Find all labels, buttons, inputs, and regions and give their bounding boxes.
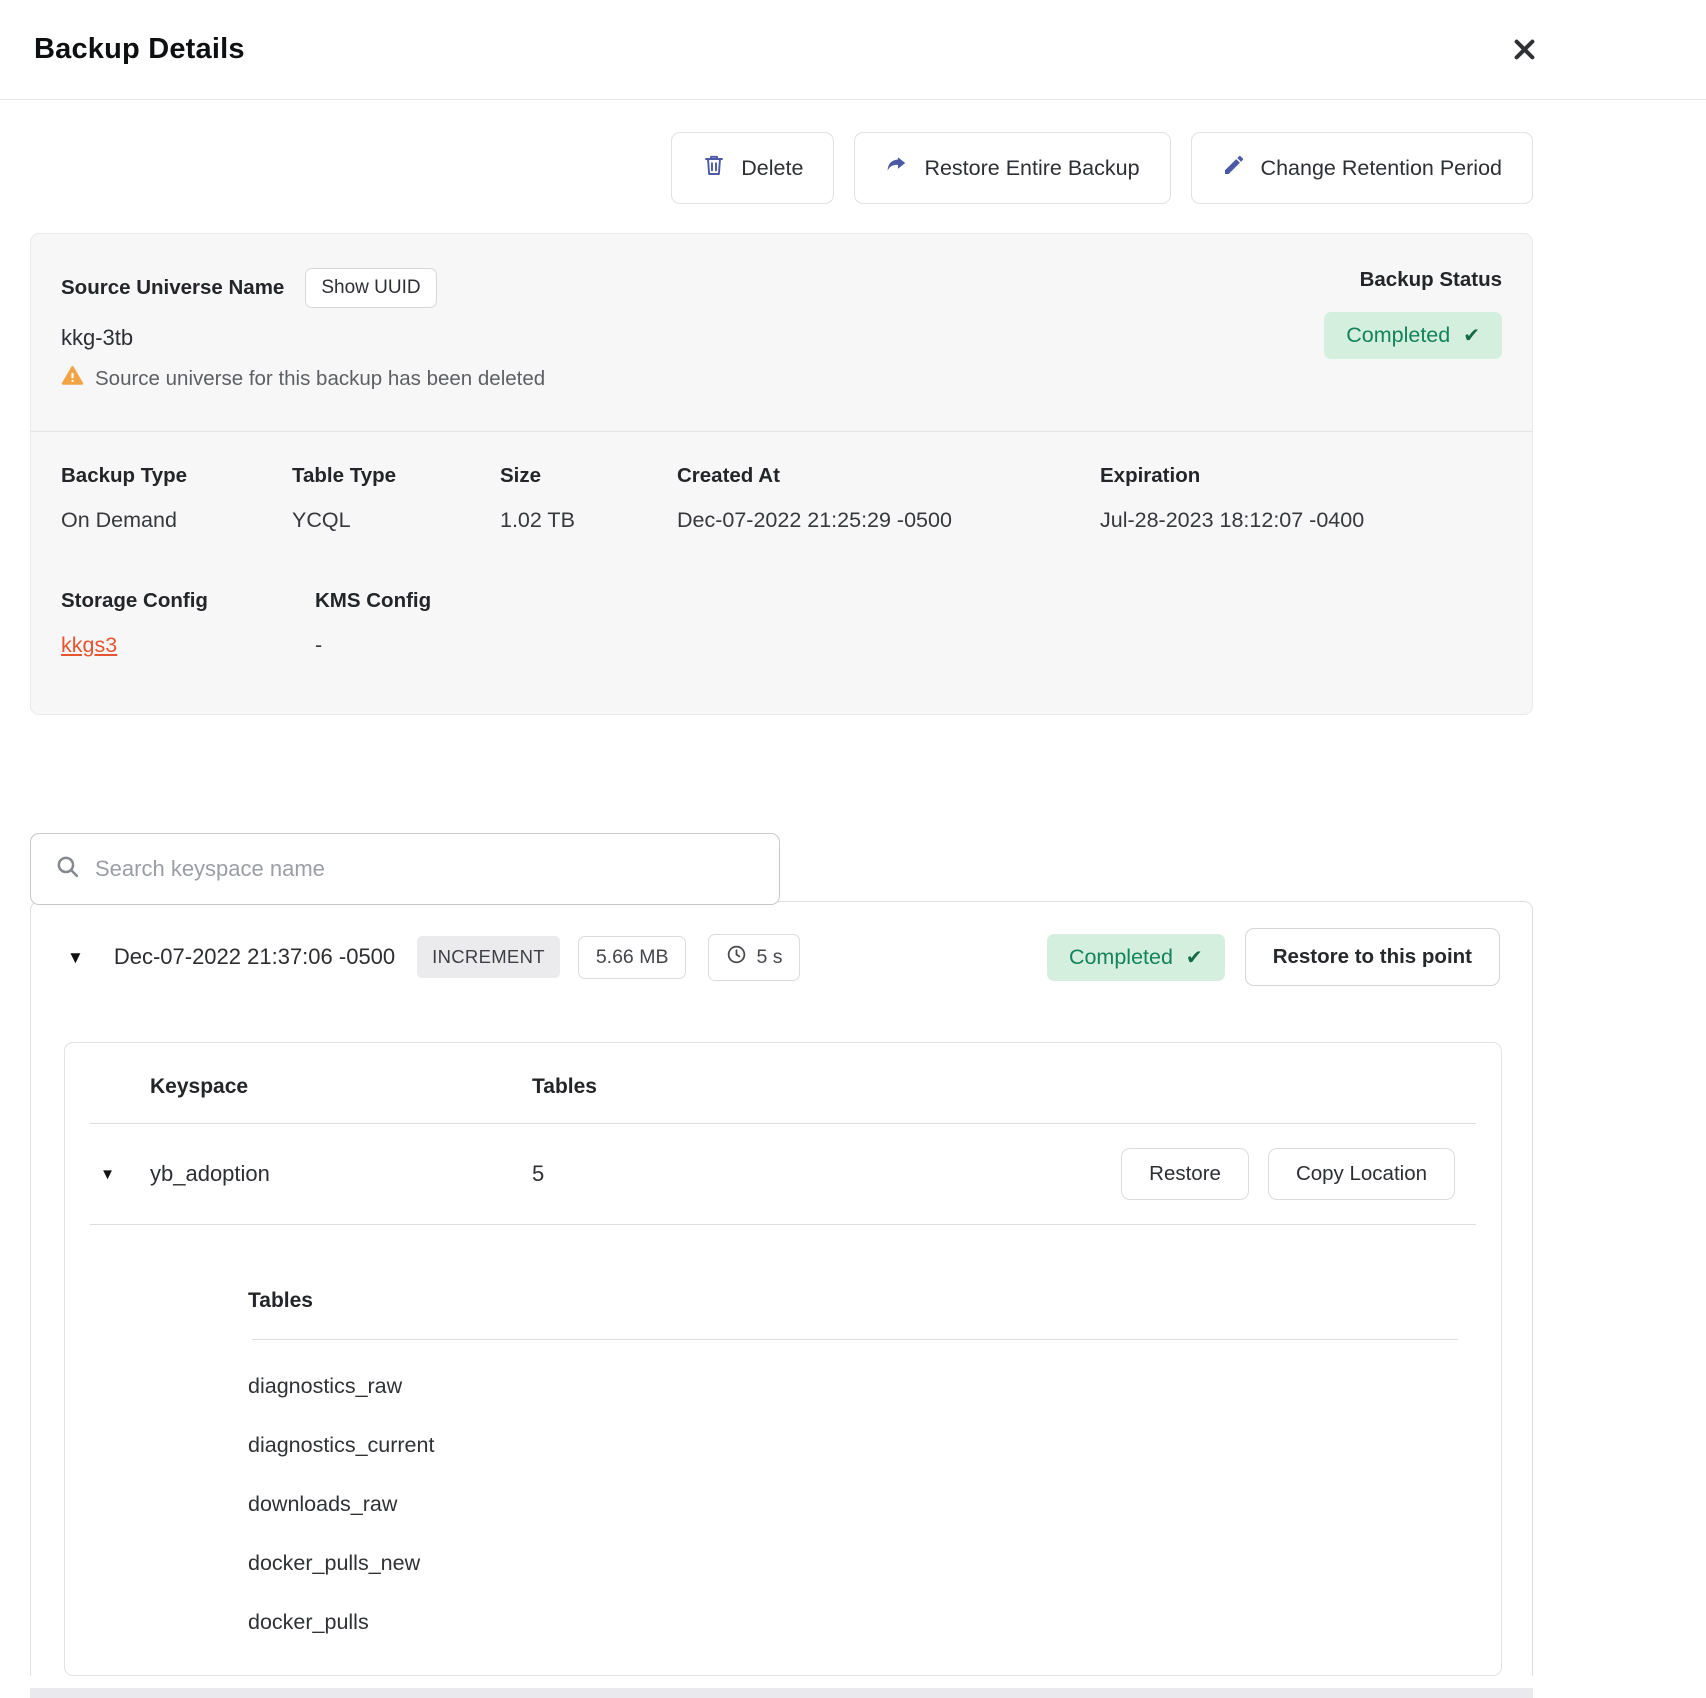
universe-deleted-warning: Source universe for this backup has been…: [95, 367, 545, 391]
field-value-size: 1.02 TB: [500, 508, 677, 533]
clock-icon: [726, 944, 747, 971]
restore-to-this-point-button[interactable]: Restore to this point: [1245, 928, 1500, 986]
show-uuid-button[interactable]: Show UUID: [305, 268, 436, 308]
source-universe-block: Source Universe Name Show UUID kkg-3tb S…: [61, 268, 545, 393]
delete-button[interactable]: Delete: [671, 132, 834, 204]
action-toolbar: Delete Restore Entire Backup Change Rete…: [30, 132, 1533, 204]
check-icon: ✔: [1186, 945, 1203, 970]
field-label-backup-type: Backup Type: [61, 464, 292, 488]
field-value-created-at: Dec-07-2022 21:25:29 -0500: [677, 508, 1100, 533]
list-item: diagnostics_raw: [248, 1373, 1501, 1399]
increment-backup-card: ▼ Dec-07-2022 21:37:06 -0500 INCREMENT 5…: [30, 901, 1533, 1676]
list-item: downloads_raw: [248, 1491, 1501, 1517]
increment-duration-value: 5 s: [756, 946, 782, 969]
nested-tables-section: Tables diagnostics_raw diagnostics_curre…: [65, 1225, 1501, 1635]
tables-count: 5: [532, 1161, 1121, 1187]
storage-config-link[interactable]: kkgs3: [61, 633, 117, 657]
nested-tables-header: Tables: [248, 1289, 1501, 1313]
backup-status-label: Backup Status: [1324, 268, 1502, 292]
nested-divider: [252, 1339, 1458, 1340]
backup-status-block: Backup Status Completed ✔: [1324, 268, 1502, 393]
increment-status-text: Completed: [1069, 945, 1173, 970]
list-item: docker_pulls: [248, 1609, 1501, 1635]
page-title: Backup Details: [34, 33, 245, 66]
delete-button-label: Delete: [741, 156, 803, 181]
increment-size-pill: 5.66 MB: [578, 936, 687, 979]
copy-location-button[interactable]: Copy Location: [1268, 1148, 1455, 1200]
restore-keyspace-button[interactable]: Restore: [1121, 1148, 1249, 1200]
modal-header: Backup Details: [0, 0, 1706, 100]
backup-summary-panel: Source Universe Name Show UUID kkg-3tb S…: [30, 233, 1533, 715]
field-value-backup-type: On Demand: [61, 508, 292, 533]
keyspace-table: Keyspace Tables ▼ yb_adoption 5 Restore …: [64, 1042, 1502, 1676]
chevron-down-icon[interactable]: ▼: [67, 949, 84, 966]
keyspace-column-header: Keyspace: [150, 1075, 532, 1099]
trash-icon: [702, 153, 726, 183]
restore-entire-backup-button[interactable]: Restore Entire Backup: [854, 132, 1170, 204]
keyspace-search: [30, 833, 780, 905]
table-row: ▼ yb_adoption 5 Restore Copy Location: [65, 1124, 1501, 1224]
field-label-expiration: Expiration: [1100, 464, 1502, 488]
increment-size-value: 5.66 MB: [596, 946, 669, 969]
list-item: docker_pulls_new: [248, 1550, 1501, 1576]
search-input[interactable]: [95, 856, 755, 882]
field-label-storage-config: Storage Config: [61, 589, 315, 613]
status-badge-text: Completed: [1346, 323, 1450, 348]
chevron-down-icon[interactable]: ▼: [65, 1167, 150, 1182]
restore-entire-backup-label: Restore Entire Backup: [924, 156, 1139, 181]
pencil-icon: [1222, 153, 1246, 183]
tables-column-header: Tables: [532, 1075, 1501, 1099]
keyspace-name: yb_adoption: [150, 1161, 532, 1187]
close-icon[interactable]: [1504, 30, 1544, 70]
list-item: diagnostics_current: [248, 1432, 1501, 1458]
increment-status-badge: Completed ✔: [1047, 934, 1225, 981]
status-badge: Completed ✔: [1324, 312, 1502, 359]
field-label-created-at: Created At: [677, 464, 1100, 488]
warning-triangle-icon: [61, 364, 84, 393]
increment-duration-pill: 5 s: [708, 934, 800, 981]
change-retention-period-label: Change Retention Period: [1261, 156, 1502, 181]
field-value-table-type: YCQL: [292, 508, 500, 533]
field-label-kms-config: KMS Config: [315, 589, 1502, 613]
redo-arrow-icon: [885, 153, 909, 183]
field-value-expiration: Jul-28-2023 18:12:07 -0400: [1100, 508, 1502, 533]
source-universe-label: Source Universe Name: [61, 276, 284, 300]
kms-config-value: -: [315, 633, 1502, 658]
check-icon: ✔: [1463, 323, 1480, 348]
increment-timestamp: Dec-07-2022 21:37:06 -0500: [114, 944, 395, 970]
change-retention-period-button[interactable]: Change Retention Period: [1191, 132, 1533, 204]
increment-type-badge: INCREMENT: [417, 936, 560, 978]
search-icon: [55, 854, 80, 884]
bottom-cutoff-strip: [30, 1688, 1533, 1698]
field-label-size: Size: [500, 464, 677, 488]
field-label-table-type: Table Type: [292, 464, 500, 488]
universe-name: kkg-3tb: [61, 325, 545, 351]
